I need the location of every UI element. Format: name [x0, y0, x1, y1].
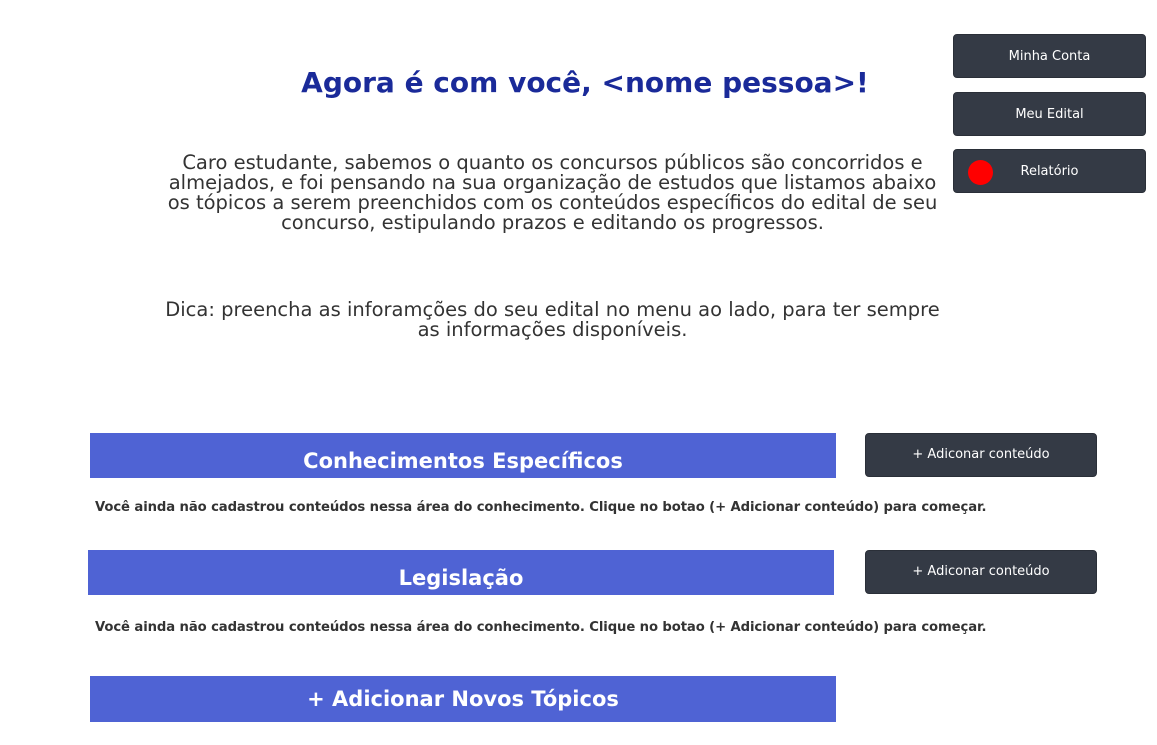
empty-message-legislation: Você ainda não cadastrou conteúdos nessa… — [95, 620, 987, 635]
my-account-button[interactable]: Minha Conta — [953, 34, 1146, 78]
report-label: Relatório — [1020, 163, 1079, 179]
section-title: Legislação — [398, 566, 524, 590]
add-content-label: + Adiconar conteúdo — [912, 447, 1050, 462]
page-title: Agora é com você, <nome pessoa>! — [301, 66, 869, 99]
red-dot-icon — [968, 160, 993, 185]
add-content-label: + Adiconar conteúdo — [912, 564, 1050, 579]
add-new-topics-label: + Adicionar Novos Tópicos — [307, 687, 619, 711]
empty-message-specific-knowledge: Você ainda não cadastrou conteúdos nessa… — [95, 500, 987, 515]
my-account-label: Minha Conta — [1008, 48, 1091, 64]
section-header-legislation: Legislação — [88, 550, 834, 595]
add-content-button-specific-knowledge[interactable]: + Adiconar conteúdo — [865, 433, 1097, 477]
add-content-button-legislation[interactable]: + Adiconar conteúdo — [865, 550, 1097, 594]
add-new-topics-button[interactable]: + Adicionar Novos Tópicos — [90, 676, 836, 722]
section-header-specific-knowledge: Conhecimentos Específicos — [90, 433, 836, 478]
tip-paragraph: Dica: preencha as inforamções do seu edi… — [165, 298, 940, 341]
my-edital-label: Meu Edital — [1015, 106, 1084, 122]
report-button[interactable]: Relatório — [953, 149, 1146, 193]
section-title: Conhecimentos Específicos — [303, 449, 623, 473]
page: Minha Conta Meu Edital Relatório Agora é… — [0, 0, 1157, 745]
my-edital-button[interactable]: Meu Edital — [953, 92, 1146, 136]
intro-paragraph: Caro estudante, sabemos o quanto os conc… — [167, 151, 938, 234]
